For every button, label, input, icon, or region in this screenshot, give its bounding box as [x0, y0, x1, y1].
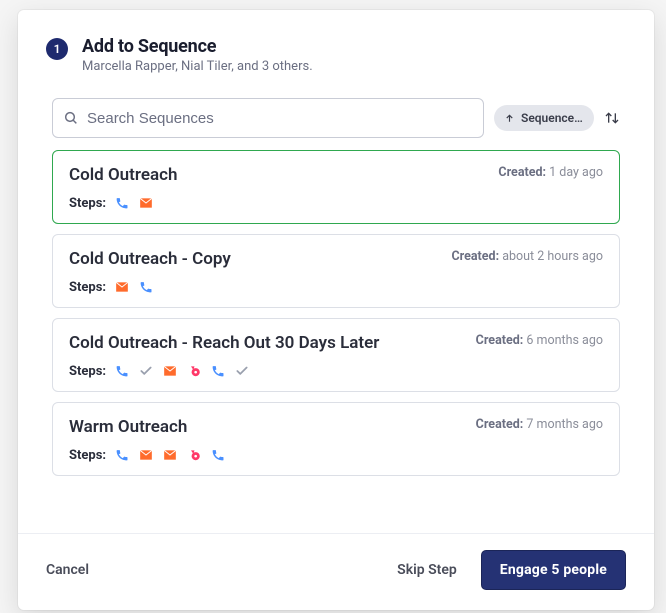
- phone-icon: [114, 447, 130, 463]
- sequence-item[interactable]: Cold Outreach - Copy Created: about 2 hou…: [52, 234, 620, 308]
- search-icon: [63, 110, 79, 126]
- modal-subtitle: Marcella Rapper, Nial Tiler, and 3 other…: [82, 59, 313, 74]
- phone-icon: [114, 363, 130, 379]
- modal-footer: Cancel Skip Step Engage 5 people: [18, 533, 654, 610]
- email-icon: [138, 195, 154, 211]
- email-icon: [162, 363, 178, 379]
- steps-label: Steps:: [69, 364, 106, 379]
- modal-title: Add to Sequence: [82, 36, 313, 57]
- sequence-created: Created: 1 day ago: [498, 165, 603, 180]
- cancel-button[interactable]: Cancel: [46, 562, 89, 578]
- search-row: Sequence …: [52, 98, 620, 138]
- sequence-item-header: Cold Outreach - Copy Created: about 2 hou…: [69, 249, 603, 269]
- sequence-name: Cold Outreach - Copy: [69, 249, 231, 269]
- auto-icon: [186, 363, 202, 379]
- modal-body: Sequence … Cold Outreach Created: 1 day a…: [18, 84, 654, 533]
- search-box[interactable]: [52, 98, 484, 138]
- steps-label: Steps:: [69, 196, 106, 211]
- check-icon: [138, 363, 154, 379]
- sequence-item-header: Warm Outreach Created: 7 months ago: [69, 417, 603, 437]
- skip-step-button[interactable]: Skip Step: [397, 562, 457, 578]
- sequence-item[interactable]: Cold Outreach Created: 1 day ago Steps:: [52, 150, 620, 224]
- search-input[interactable]: [87, 110, 473, 127]
- check-icon: [234, 363, 250, 379]
- steps-label: Steps:: [69, 448, 106, 463]
- modal-header: 1 Add to Sequence Marcella Rapper, Nial …: [18, 10, 654, 84]
- sort-label: Sequence …: [521, 111, 584, 125]
- sequence-list: Cold OutreachCreated: 1 day agoSteps:Col…: [52, 150, 620, 476]
- sequence-steps: Steps:: [69, 195, 603, 211]
- engage-button[interactable]: Engage 5 people: [481, 550, 626, 590]
- phone-icon: [114, 195, 130, 211]
- sequence-name: Cold Outreach - Reach Out 30 Days Later: [69, 333, 379, 353]
- sequence-item[interactable]: Cold Outreach - Reach Out 30 Days Later C…: [52, 318, 620, 392]
- phone-icon: [210, 447, 226, 463]
- sequence-steps: Steps:: [69, 447, 603, 463]
- sequence-item-header: Cold Outreach Created: 1 day ago: [69, 165, 603, 185]
- sequence-steps: Steps:: [69, 279, 603, 295]
- sequence-name: Cold Outreach: [69, 165, 177, 185]
- email-icon: [162, 447, 178, 463]
- sort-button[interactable]: Sequence …: [494, 105, 594, 131]
- email-icon: [114, 279, 130, 295]
- steps-label: Steps:: [69, 280, 106, 295]
- add-to-sequence-modal: 1 Add to Sequence Marcella Rapper, Nial …: [18, 10, 654, 610]
- sequence-created: Created: about 2 hours ago: [451, 249, 603, 264]
- sequence-steps: Steps:: [69, 363, 603, 379]
- sequence-item-header: Cold Outreach - Reach Out 30 Days Later C…: [69, 333, 603, 353]
- sequence-created: Created: 6 months ago: [476, 333, 603, 348]
- sequence-item[interactable]: Warm Outreach Created: 7 months ago Steps:: [52, 402, 620, 476]
- phone-icon: [138, 279, 154, 295]
- arrow-up-icon: [504, 113, 515, 124]
- sequence-created: Created: 7 months ago: [476, 417, 603, 432]
- sort-order-toggle[interactable]: [604, 110, 620, 126]
- auto-icon: [186, 447, 202, 463]
- phone-icon: [210, 363, 226, 379]
- header-text: Add to Sequence Marcella Rapper, Nial Ti…: [82, 36, 313, 74]
- step-indicator: 1: [46, 38, 68, 60]
- sequence-name: Warm Outreach: [69, 417, 187, 437]
- email-icon: [138, 447, 154, 463]
